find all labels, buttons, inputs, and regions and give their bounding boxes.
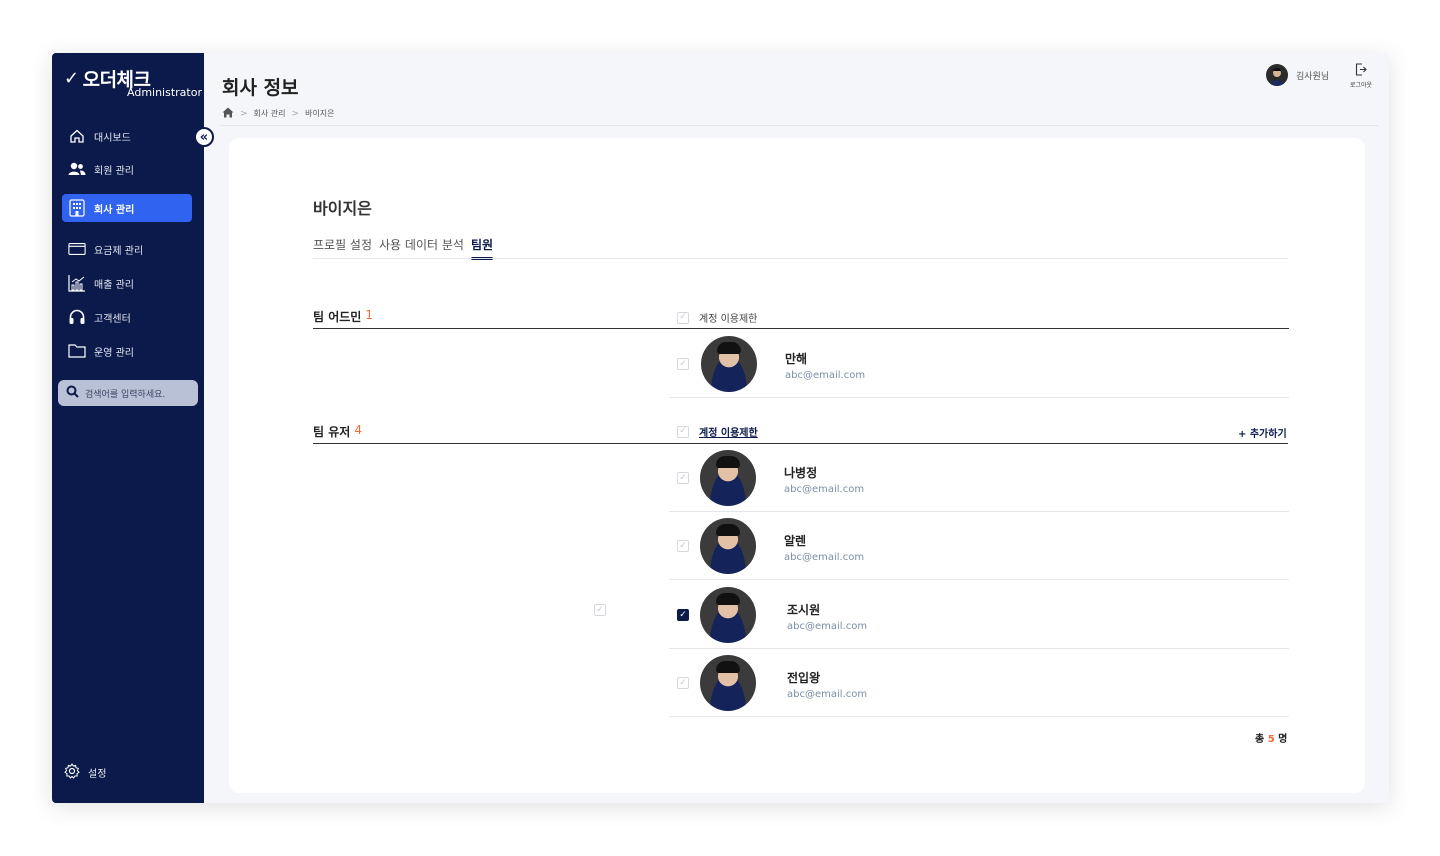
avatar xyxy=(700,450,756,506)
member-name: 알렌 xyxy=(784,534,807,548)
avatar xyxy=(701,336,757,392)
header-divider xyxy=(220,125,1378,126)
total-count: 총 5 명 xyxy=(1255,730,1287,745)
sidebar-item-operations[interactable]: 운영 관리 xyxy=(62,337,192,365)
restriction-checkbox[interactable]: ✓ xyxy=(677,358,689,370)
member-name: 나병정 xyxy=(784,466,818,480)
logout-label: 로그아웃 xyxy=(1350,82,1373,89)
user-restriction-header: ✓ 계정 이용제한 xyxy=(677,424,758,439)
restriction-checkbox[interactable]: ✓ xyxy=(677,677,689,689)
home-icon[interactable] xyxy=(222,107,234,120)
sidebar-item-plans[interactable]: 요금제 관리 xyxy=(62,235,192,263)
breadcrumb-item: 바이지은 xyxy=(305,109,335,118)
card-icon xyxy=(68,240,86,258)
headset-icon xyxy=(68,308,86,326)
row-divider xyxy=(669,397,1289,398)
collapse-sidebar-button[interactable]: « xyxy=(194,127,214,147)
folder-icon xyxy=(68,342,86,360)
member-email: abc@email.com xyxy=(785,370,866,381)
tab-team-members[interactable]: 팀원 xyxy=(470,236,494,260)
member-email: abc@email.com xyxy=(784,484,865,495)
avatar xyxy=(700,587,756,643)
sidebar-item-label: 대시보드 xyxy=(94,132,131,144)
logout-icon xyxy=(1355,63,1367,78)
sidebar-item-label: 요금제 관리 xyxy=(94,245,144,257)
gear-icon xyxy=(64,763,80,782)
home-icon xyxy=(68,127,86,145)
search-placeholder: 검색어를 입력하세요. xyxy=(85,389,166,400)
company-name: 바이지은 xyxy=(313,199,372,218)
member-email: abc@email.com xyxy=(784,552,865,563)
sidebar-item-sales[interactable]: 매출 관리 xyxy=(62,269,192,297)
member-email: abc@email.com xyxy=(787,689,868,700)
add-member-button[interactable]: + 추가하기 xyxy=(1238,425,1287,440)
row-divider xyxy=(669,648,1289,649)
restriction-checkbox[interactable]: ✓ xyxy=(677,540,689,552)
team-admin-count: 1 xyxy=(365,308,373,322)
main-card: 바이지은 프로필 설정 사용 데이터 분석 팀원 팀 어드민 1 ✓ 계정 이용… xyxy=(229,138,1365,793)
section-divider xyxy=(313,443,1288,444)
sidebar-item-members[interactable]: 회원 관리 xyxy=(62,155,192,183)
breadcrumb-item[interactable]: 회사 관리 xyxy=(254,108,286,119)
row-divider xyxy=(669,579,1289,580)
settings-link[interactable]: 설정 xyxy=(64,763,106,782)
tab-profile[interactable]: 프로필 설정 xyxy=(313,236,372,253)
tabs-divider xyxy=(313,258,1288,259)
section-title: 팀 어드민 xyxy=(313,310,362,324)
breadcrumb: > 회사 관리 > 바이지은 xyxy=(222,107,335,120)
restriction-checkbox[interactable]: ✓ xyxy=(677,472,689,484)
chart-icon xyxy=(68,274,86,292)
building-icon xyxy=(68,199,86,217)
row-divider xyxy=(669,716,1289,717)
user-menu[interactable]: 김사원님 xyxy=(1266,64,1329,86)
sidebar-item-label: 고객센터 xyxy=(94,313,131,325)
brand-subtitle: Administrator xyxy=(127,86,202,99)
users-icon xyxy=(68,160,86,178)
total-number: 5 xyxy=(1267,734,1275,745)
logout-button[interactable]: 로그아웃 xyxy=(1350,63,1372,89)
sidebar-item-label: 회원 관리 xyxy=(94,165,134,177)
member-email: abc@email.com xyxy=(787,621,868,632)
breadcrumb-separator: > xyxy=(240,108,248,119)
logo[interactable]: ✓ 오더체크 Administrator xyxy=(64,65,202,99)
admin-restriction-header: ✓ 계정 이용제한 xyxy=(677,310,757,325)
breadcrumb-separator: > xyxy=(291,108,300,119)
select-all-admins-checkbox[interactable]: ✓ xyxy=(677,311,689,324)
sidebar: ✓ 오더체크 Administrator 대시보드 회원 관리 회사 관리 요금… xyxy=(52,53,204,803)
tabs: 프로필 설정 사용 데이터 분석 팀원 xyxy=(313,236,494,260)
sidebar-item-label: 매출 관리 xyxy=(94,279,134,291)
total-suffix: 명 xyxy=(1278,734,1288,745)
page-title: 회사 정보 xyxy=(222,77,299,99)
sidebar-item-label: 회사 관리 xyxy=(94,204,135,216)
sidebar-item-company[interactable]: 회사 관리 xyxy=(62,194,192,222)
sidebar-search-input[interactable]: 검색어를 입력하세요. xyxy=(58,380,198,406)
row-divider xyxy=(669,511,1289,512)
restriction-checkbox[interactable]: ✓ xyxy=(677,609,689,621)
total-prefix: 총 xyxy=(1255,734,1265,745)
sidebar-item-support[interactable]: 고객센터 xyxy=(62,303,192,331)
row-select-checkbox[interactable]: ✓ xyxy=(594,604,606,616)
check-icon: ✓ xyxy=(64,68,79,89)
user-name: 김사원님 xyxy=(1296,71,1330,82)
team-user-label: 팀 유저 4 xyxy=(313,423,362,440)
select-all-users-checkbox[interactable]: ✓ xyxy=(677,425,689,438)
avatar xyxy=(1266,64,1288,86)
sidebar-item-label: 운영 관리 xyxy=(94,347,134,359)
avatar xyxy=(700,518,756,574)
section-divider xyxy=(313,328,1289,329)
section-title: 팀 유저 xyxy=(313,425,351,439)
search-icon xyxy=(66,385,79,401)
team-user-count: 4 xyxy=(354,423,362,437)
member-name: 조시원 xyxy=(787,603,821,617)
column-label[interactable]: 계정 이용제한 xyxy=(699,424,758,439)
avatar xyxy=(700,655,756,711)
member-name: 전입왕 xyxy=(787,671,821,685)
member-name: 만해 xyxy=(785,352,808,366)
column-label: 계정 이용제한 xyxy=(699,314,758,325)
settings-label: 설정 xyxy=(88,769,107,780)
sidebar-item-dashboard[interactable]: 대시보드 xyxy=(62,122,192,150)
app-window: ✓ 오더체크 Administrator 대시보드 회원 관리 회사 관리 요금… xyxy=(52,53,1389,803)
tab-usage-analysis[interactable]: 사용 데이터 분석 xyxy=(379,236,464,253)
team-admin-label: 팀 어드민 1 xyxy=(313,308,373,325)
